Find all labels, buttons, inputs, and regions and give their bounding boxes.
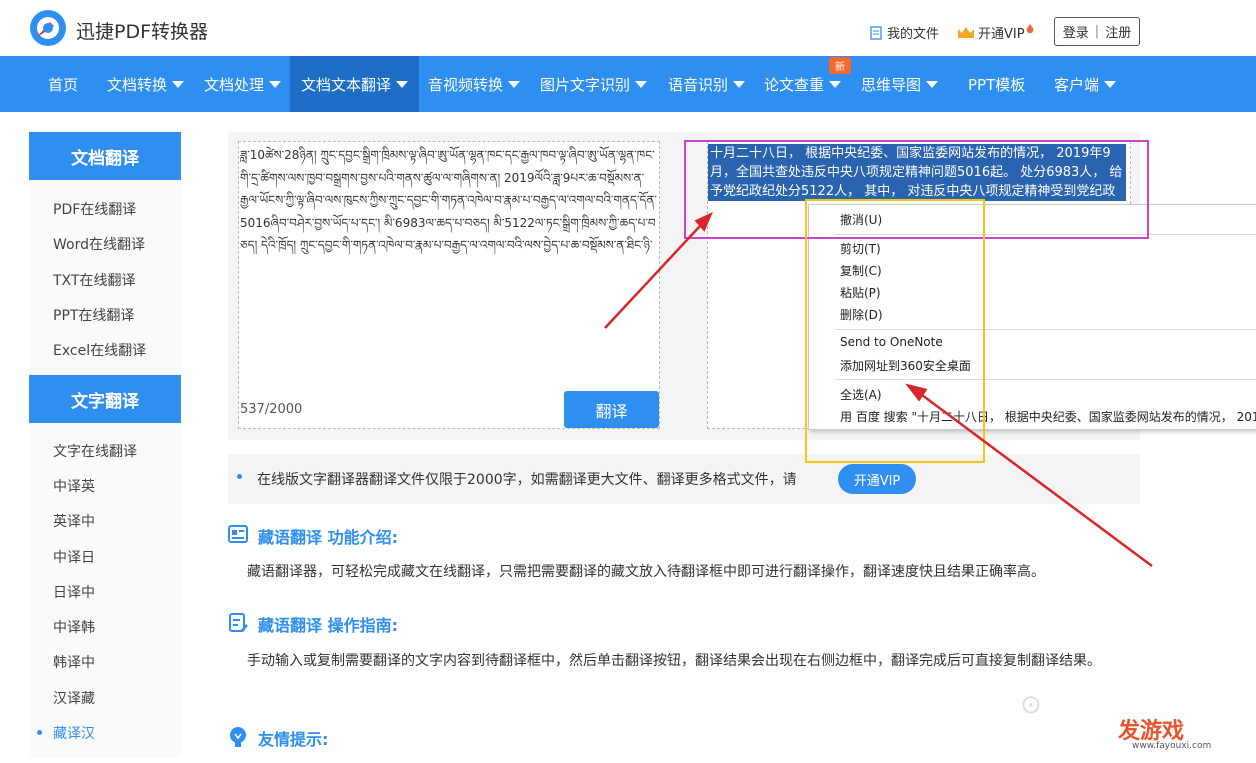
annotation-overlay xyxy=(604,140,1153,568)
arrow-icon xyxy=(905,383,1153,568)
arrow-icon xyxy=(604,212,713,329)
highlight-box-magenta xyxy=(684,140,1149,239)
